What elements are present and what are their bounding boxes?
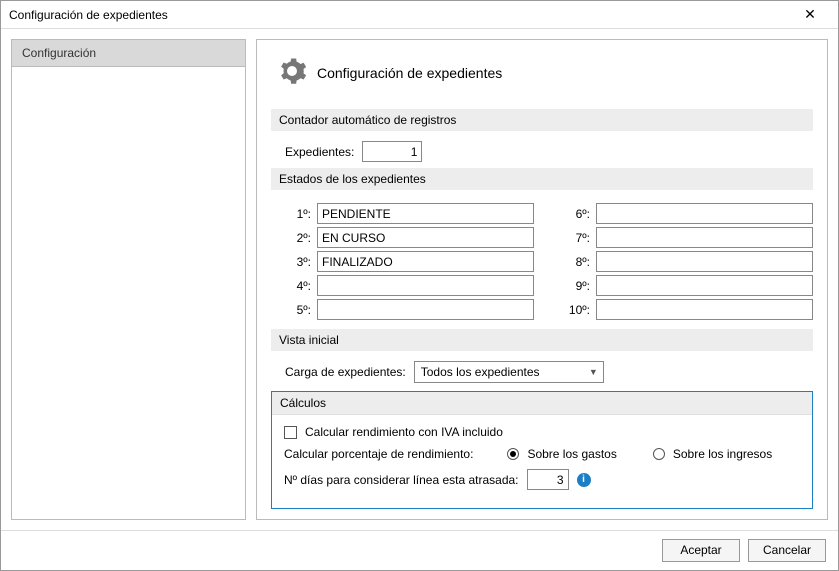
counter-label: Expedientes: [285,145,354,159]
state-row-4: 4º: [285,275,534,296]
close-button[interactable]: ✕ [790,6,830,23]
dialog-window: Configuración de expedientes ✕ Configura… [0,0,839,571]
state-row-9: 9º: [564,275,813,296]
state-input-1[interactable] [317,203,534,224]
expedientes-input[interactable] [362,141,422,162]
state-label-6: 6º: [564,207,590,221]
ok-button-label: Aceptar [680,543,721,557]
radio-gastos-label: Sobre los gastos [527,447,616,461]
section-header-calc: Cálculos [272,392,812,415]
titlebar: Configuración de expedientes ✕ [1,1,838,29]
view-label: Carga de expedientes: [285,365,406,379]
state-input-3[interactable] [317,251,534,272]
panel-title: Configuración de expedientes [317,65,502,81]
state-label-7: 7º: [564,231,590,245]
pct-label: Calcular porcentaje de rendimiento: [284,447,473,461]
state-label-2: 2º: [285,231,311,245]
state-label-8: 8º: [564,255,590,269]
state-label-9: 9º: [564,279,590,293]
panel-header: Configuración de expedientes [271,50,813,103]
state-row-2: 2º: [285,227,534,248]
ok-button[interactable]: Aceptar [662,539,740,562]
section-header-view: Vista inicial [271,329,813,351]
sidebar-item-configuracion[interactable]: Configuración [12,40,245,67]
state-label-5: 5º: [285,303,311,317]
section-header-counter: Contador automático de registros [271,109,813,131]
carga-select-wrap: Todos los expedientes ▼ [414,361,604,383]
radio-ingresos-group[interactable]: Sobre los ingresos [653,447,772,461]
window-title: Configuración de expedientes [9,8,790,22]
sidebar: Configuración [11,39,246,520]
iva-label: Calcular rendimiento con IVA incluido [305,425,503,439]
carga-select-value: Todos los expedientes [421,365,540,379]
state-row-6: 6º: [564,203,813,224]
state-input-5[interactable] [317,299,534,320]
state-row-7: 7º: [564,227,813,248]
state-input-7[interactable] [596,227,813,248]
states-col-right: 6º: 7º: 8º: 9º: [564,200,813,323]
dialog-body: Configuración Configuración de expedient… [1,29,838,530]
state-input-2[interactable] [317,227,534,248]
iva-row: Calcular rendimiento con IVA incluido [284,425,804,439]
state-label-4: 4º: [285,279,311,293]
sidebar-item-label: Configuración [22,46,96,60]
calculos-group: Cálculos Calcular rendimiento con IVA in… [271,391,813,509]
state-label-3: 3º: [285,255,311,269]
view-row: Carga de expedientes: Todos los expedien… [271,361,813,383]
days-label: Nº días para considerar línea esta atras… [284,473,519,487]
state-input-4[interactable] [317,275,534,296]
state-input-9[interactable] [596,275,813,296]
iva-checkbox[interactable] [284,426,297,439]
state-row-5: 5º: [285,299,534,320]
state-row-8: 8º: [564,251,813,272]
cancel-button[interactable]: Cancelar [748,539,826,562]
radio-ingresos[interactable] [653,448,665,460]
radio-gastos-group[interactable]: Sobre los gastos [507,447,616,461]
state-row-1: 1º: [285,203,534,224]
chevron-down-icon: ▼ [589,367,598,377]
state-label-1: 1º: [285,207,311,221]
state-input-8[interactable] [596,251,813,272]
dialog-footer: Aceptar Cancelar [1,530,838,570]
carga-select[interactable]: Todos los expedientes [414,361,604,383]
main-panel: Configuración de expedientes Contador au… [256,39,828,520]
state-label-10: 10º: [564,303,590,317]
cancel-button-label: Cancelar [763,543,811,557]
state-row-10: 10º: [564,299,813,320]
state-input-6[interactable] [596,203,813,224]
counter-row: Expedientes: [271,141,813,162]
days-input[interactable] [527,469,569,490]
radio-ingresos-label: Sobre los ingresos [673,447,772,461]
radio-gastos[interactable] [507,448,519,460]
pct-row: Calcular porcentaje de rendimiento: Sobr… [284,447,804,461]
state-row-3: 3º: [285,251,534,272]
calc-body: Calcular rendimiento con IVA incluido Ca… [272,425,812,508]
days-row: Nº días para considerar línea esta atras… [284,469,804,490]
state-input-10[interactable] [596,299,813,320]
states-col-left: 1º: 2º: 3º: 4º: [285,200,534,323]
section-header-states: Estados de los expedientes [271,168,813,190]
states-grid: 1º: 2º: 3º: 4º: [271,200,813,323]
info-icon[interactable]: i [577,473,591,487]
gear-icon [277,56,307,89]
